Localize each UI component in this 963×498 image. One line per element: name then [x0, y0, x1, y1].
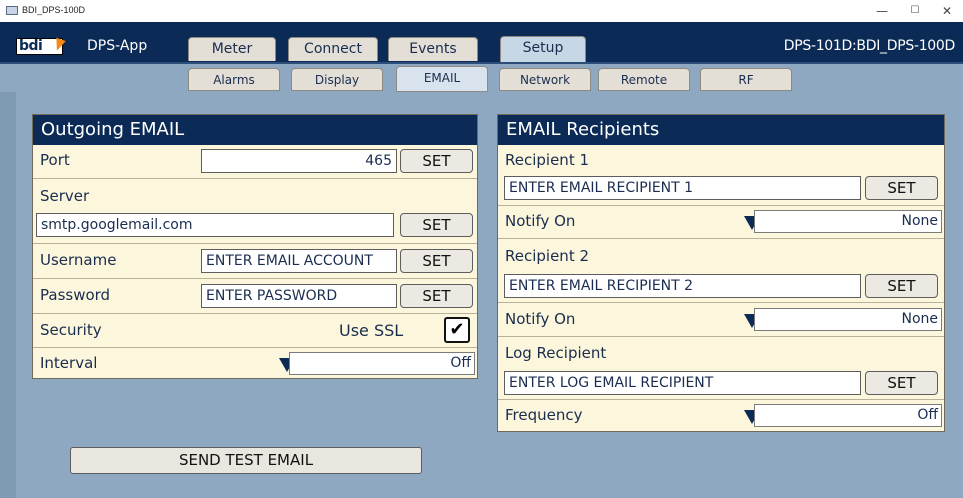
- username-label: Username: [40, 251, 117, 269]
- app-window-icon: [6, 6, 18, 15]
- security-row: Security Use SSL ✔: [33, 313, 477, 347]
- maximize-icon[interactable]: ☐: [905, 2, 925, 20]
- recipient2-input[interactable]: ENTER EMAIL RECIPIENT 2: [504, 274, 861, 298]
- log-recipient-row: Log Recipient ENTER LOG EMAIL RECIPIENT …: [498, 336, 944, 399]
- notify1-row: Notify On None: [498, 205, 944, 238]
- notify2-dropdown[interactable]: None: [754, 308, 942, 331]
- username-set-button[interactable]: SET: [400, 249, 473, 273]
- notify2-label: Notify On: [505, 310, 576, 328]
- subtab-rf[interactable]: RF: [700, 68, 792, 91]
- subtab-alarms[interactable]: Alarms: [188, 68, 280, 91]
- interval-label: Interval: [40, 354, 98, 372]
- server-input[interactable]: smtp.googlemail.com: [36, 213, 394, 237]
- use-ssl-checkbox[interactable]: ✔: [444, 317, 470, 343]
- outgoing-email-title: Outgoing EMAIL: [33, 115, 477, 145]
- port-label: Port: [40, 151, 70, 169]
- window-titlebar: BDI_DPS-100D — ☐ ✕: [0, 0, 963, 22]
- password-row: Password ENTER PASSWORD SET: [33, 278, 477, 313]
- app-header: bdi DPS-App Meter Connect Events Setup D…: [0, 22, 963, 62]
- log-recipient-input[interactable]: ENTER LOG EMAIL RECIPIENT: [504, 371, 861, 395]
- server-label: Server: [40, 187, 90, 205]
- outgoing-email-panel: Outgoing EMAIL Port 465 SET Server smtp.…: [32, 114, 478, 379]
- lightning-bolt-icon: [52, 37, 66, 53]
- recipient2-set-button[interactable]: SET: [865, 274, 938, 298]
- recipient2-row: Recipient 2 ENTER EMAIL RECIPIENT 2 SET: [498, 238, 944, 302]
- subtab-email[interactable]: EMAIL: [396, 66, 488, 92]
- frequency-dropdown[interactable]: Off: [754, 404, 942, 427]
- recipient1-row: Recipient 1 ENTER EMAIL RECIPIENT 1 SET: [498, 145, 944, 205]
- setup-subtab-bar: Alarms Display EMAIL Network Remote RF: [0, 62, 963, 92]
- bdi-logo: bdi: [16, 37, 66, 55]
- email-recipients-panel: EMAIL Recipients Recipient 1 ENTER EMAIL…: [497, 114, 945, 432]
- window-title: BDI_DPS-100D: [22, 5, 86, 15]
- tab-events[interactable]: Events: [388, 37, 478, 61]
- app-name: DPS-App: [87, 38, 148, 54]
- tab-meter[interactable]: Meter: [188, 37, 276, 61]
- password-input[interactable]: ENTER PASSWORD: [201, 284, 397, 308]
- port-input[interactable]: 465: [201, 149, 397, 173]
- minimize-icon[interactable]: —: [872, 2, 892, 20]
- close-icon[interactable]: ✕: [937, 2, 957, 20]
- frequency-row: Frequency Off: [498, 399, 944, 432]
- password-set-button[interactable]: SET: [400, 284, 473, 308]
- subtab-display[interactable]: Display: [291, 68, 383, 91]
- password-label: Password: [40, 286, 111, 304]
- tab-setup[interactable]: Setup: [500, 36, 586, 62]
- use-ssl-label: Use SSL: [339, 321, 404, 340]
- server-row: Server smtp.googlemail.com SET: [33, 178, 477, 243]
- subtab-network[interactable]: Network: [499, 68, 591, 91]
- recipient1-label: Recipient 1: [505, 151, 590, 169]
- email-recipients-title: EMAIL Recipients: [498, 115, 944, 145]
- username-row: Username ENTER EMAIL ACCOUNT SET: [33, 243, 477, 278]
- interval-dropdown[interactable]: Off: [289, 352, 475, 375]
- notify2-row: Notify On None: [498, 302, 944, 336]
- tab-connect[interactable]: Connect: [288, 37, 378, 61]
- subtab-remote[interactable]: Remote: [598, 68, 690, 91]
- port-row: Port 465 SET: [33, 145, 477, 178]
- recipient1-set-button[interactable]: SET: [865, 176, 938, 200]
- port-set-button[interactable]: SET: [400, 149, 473, 173]
- notify1-label: Notify On: [505, 212, 576, 230]
- recipient2-label: Recipient 2: [505, 247, 590, 265]
- security-label: Security: [40, 321, 102, 339]
- frequency-label: Frequency: [505, 406, 583, 424]
- checkmark-icon: ✔: [449, 319, 465, 340]
- username-input[interactable]: ENTER EMAIL ACCOUNT: [201, 249, 397, 273]
- log-recipient-label: Log Recipient: [505, 344, 607, 362]
- left-edge-strip: [0, 92, 16, 498]
- server-set-button[interactable]: SET: [400, 213, 473, 237]
- device-name: DPS-101D:BDI_DPS-100D: [783, 38, 956, 54]
- send-test-email-button[interactable]: SEND TEST EMAIL: [70, 447, 422, 474]
- interval-row: Interval Off: [33, 347, 477, 379]
- notify1-dropdown[interactable]: None: [754, 210, 942, 233]
- recipient1-input[interactable]: ENTER EMAIL RECIPIENT 1: [504, 176, 861, 200]
- log-recipient-set-button[interactable]: SET: [865, 371, 938, 395]
